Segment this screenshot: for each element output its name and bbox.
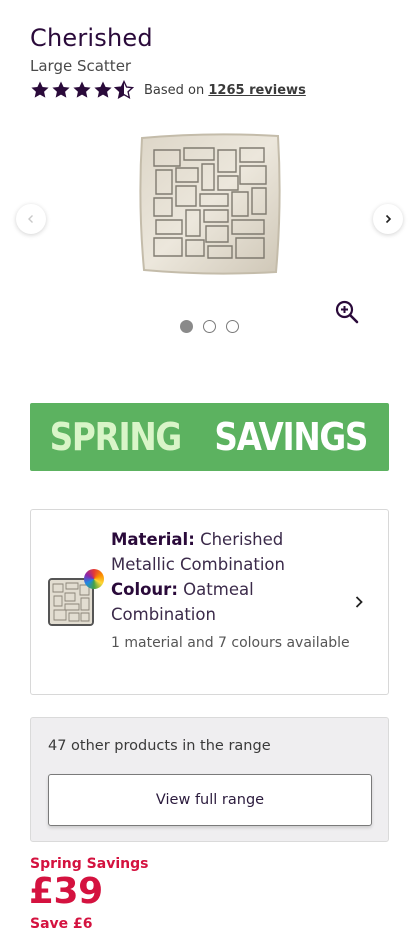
material-label: Material: [111, 530, 195, 549]
banner-word-savings: SAVINGS [214, 415, 368, 459]
star-icon [94, 81, 112, 98]
star-icon [52, 81, 70, 98]
zoom-button[interactable] [334, 299, 360, 325]
chevron-left-icon [28, 215, 33, 223]
star-rating [30, 80, 134, 100]
next-image-button[interactable] [373, 204, 403, 234]
previous-image-button[interactable] [16, 204, 46, 234]
price: £39 [29, 871, 103, 912]
reviews-link[interactable]: 1265 reviews [208, 83, 305, 98]
variant-selector[interactable]: Material: Cherished Metallic Combination… [30, 509, 389, 695]
promo-label: Spring Savings [30, 856, 149, 872]
star-icon [73, 81, 91, 98]
star-icon [31, 81, 49, 98]
image-gallery[interactable] [0, 118, 416, 308]
colour-wheel-icon [84, 569, 104, 589]
rating-row: Based on 1265 reviews [30, 78, 306, 102]
range-count-text: 47 other products in the range [48, 738, 271, 754]
product-image [139, 133, 281, 275]
save-amount: Save £6 [30, 916, 93, 932]
variant-availability: 1 material and 7 colours available [111, 635, 350, 651]
banner-word-spring: SPRING [50, 415, 183, 459]
product-title: Cherished [30, 24, 153, 52]
carousel-dot-1[interactable] [180, 320, 193, 333]
carousel-dots [180, 320, 239, 333]
chevron-right-icon [385, 214, 392, 224]
carousel-dot-3[interactable] [226, 320, 239, 333]
reviews-summary: Based on 1265 reviews [144, 83, 306, 98]
zoom-in-icon [335, 300, 359, 324]
chevron-right-icon [355, 596, 363, 608]
range-section: 47 other products in the range View full… [30, 717, 389, 842]
reviews-prefix: Based on [144, 82, 205, 98]
view-full-range-button[interactable]: View full range [48, 774, 372, 826]
product-subtitle: Large Scatter [30, 57, 132, 75]
variant-details: Material: Cherished Metallic Combination… [111, 527, 351, 656]
half-star-icon [114, 80, 134, 99]
colour-label: Colour: [111, 580, 178, 599]
spring-savings-banner[interactable]: SPRING SAVINGS [30, 403, 389, 471]
carousel-dot-2[interactable] [203, 320, 216, 333]
